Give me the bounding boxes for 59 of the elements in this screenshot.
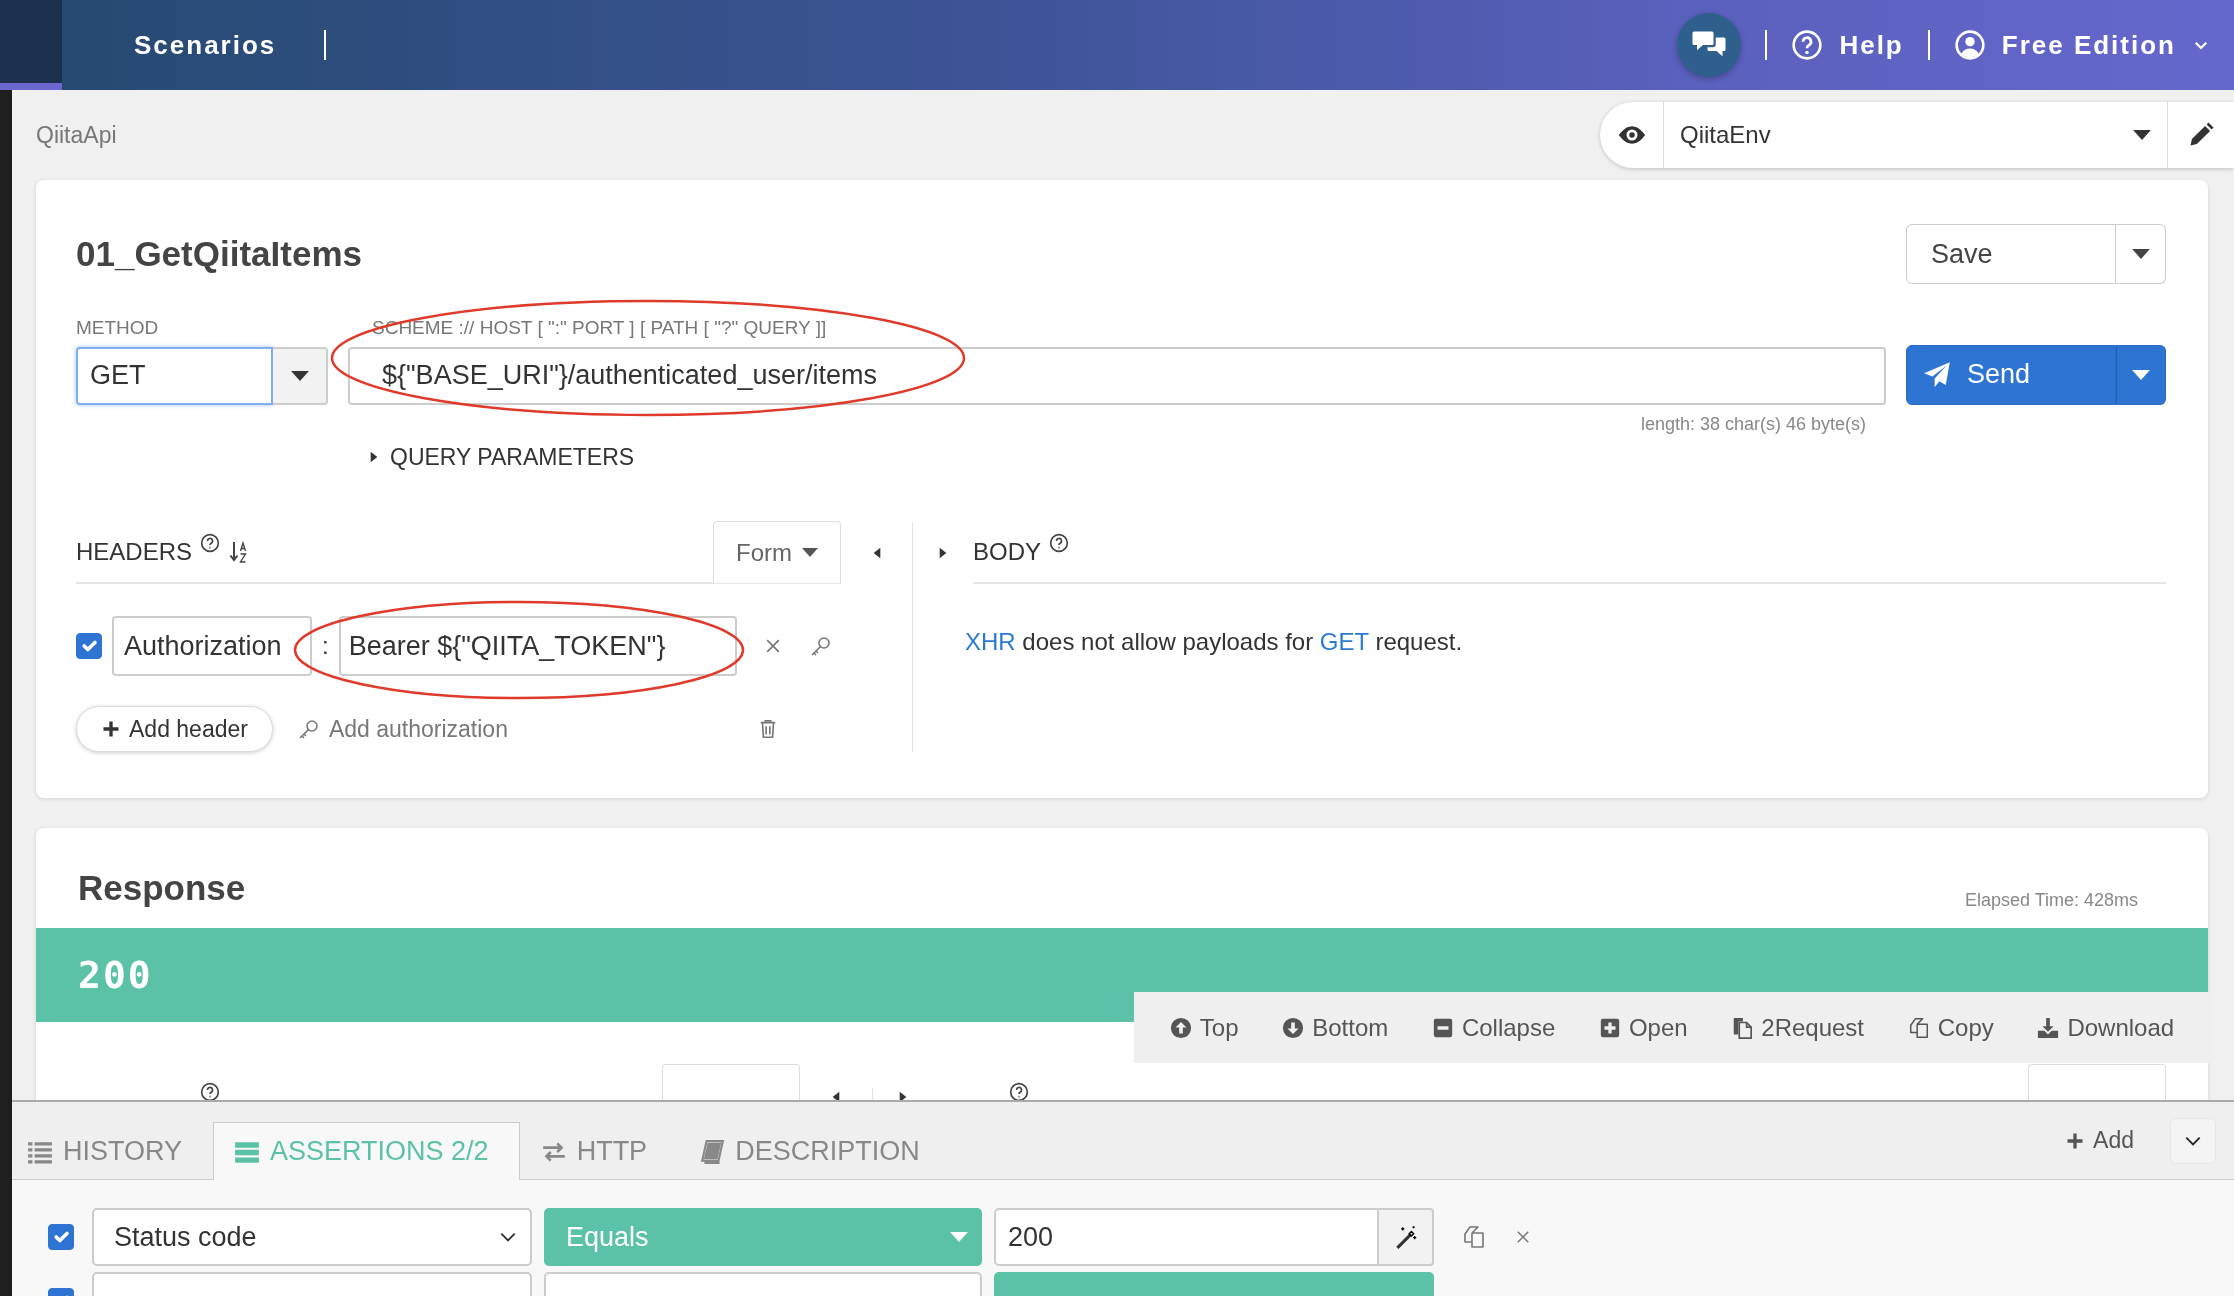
breadcrumb: QiitaApi (36, 120, 117, 150)
header-value-field[interactable]: Bearer ${"QIITA_TOKEN"} (338, 616, 737, 676)
separator-text: : (322, 631, 329, 661)
query-parameters-toggle[interactable]: QUERY PARAMETERS (366, 439, 635, 474)
url-field[interactable]: ${"BASE_URI"}/authenticated_user/items (348, 346, 1886, 405)
remove-button[interactable] (1514, 1228, 1532, 1246)
body-label: BODY (973, 537, 1041, 567)
add-assertion-button[interactable]: Add (2065, 1123, 2134, 1158)
link[interactable]: XHR (965, 628, 1016, 655)
length-text: length: 38 char(s) 46 byte(s) (1640, 412, 1866, 436)
caret-icon (2132, 369, 2150, 380)
target-select[interactable]: Status code (92, 1208, 532, 1266)
assertion-checkbox[interactable] (48, 1224, 74, 1250)
edition-menu[interactable]: Free Edition (1953, 25, 2210, 65)
copy-icon (1907, 1016, 1930, 1039)
format-dropdown[interactable]: Form (713, 521, 841, 583)
headers-label: HEADERS (76, 537, 193, 567)
help-link[interactable]: Help (1791, 25, 1904, 65)
plus-icon (101, 719, 121, 739)
method-dropdown-button[interactable] (273, 346, 328, 405)
link[interactable]: GET (1319, 628, 1369, 655)
magic-wand-button[interactable] (1379, 1208, 1434, 1266)
save-button[interactable]: Save (1906, 224, 2116, 284)
caret-icon (2133, 130, 2151, 140)
logo-tile[interactable] (0, 0, 62, 90)
add-authorization-button[interactable]: Add authorization (296, 711, 508, 747)
elapsed-time: Elapsed Time: 428ms (1964, 889, 2138, 912)
copy-icon (1462, 1225, 1486, 1249)
help-icon (200, 533, 221, 553)
copy-button[interactable] (1462, 1225, 1486, 1249)
user-icon (1953, 29, 1986, 61)
chat-button[interactable] (1677, 13, 1742, 77)
help-icon (1791, 29, 1824, 61)
add-header-button[interactable]: Add header (76, 706, 273, 752)
help-icon (200, 1082, 220, 1100)
assertion-value-field[interactable]: 200 (994, 1208, 1379, 1266)
method-field[interactable]: GET (76, 346, 273, 405)
caret-icon (950, 1232, 968, 1242)
caret-icon (2131, 249, 2150, 259)
book-icon (699, 1138, 726, 1165)
body-message: XHR does not allow payloads for GET request. (965, 627, 1464, 657)
caret-icon (802, 548, 818, 557)
header-name-field[interactable]: Authorization (112, 616, 312, 676)
documents-icon (1731, 1016, 1754, 1039)
help-icon (1049, 533, 1069, 553)
request-title: 01_GetQiitaItems (76, 232, 362, 275)
caret-icon (290, 370, 309, 381)
url-format-label: SCHEME :// HOST [ ":" PORT ] [ PATH [ "?" QUERY ]] (371, 316, 828, 340)
send-button[interactable]: Send (1906, 344, 2116, 405)
close-icon (1514, 1228, 1532, 1246)
scenarios-link[interactable]: Scenarios (110, 25, 277, 65)
paper-plane-icon (1923, 360, 1951, 389)
download-icon (2037, 1016, 2060, 1039)
header-checkbox[interactable] (76, 633, 102, 659)
method-label: METHOD (76, 316, 160, 340)
send-menu-button[interactable] (2116, 344, 2166, 405)
help-icon (1009, 1082, 1029, 1100)
response-title: Response (78, 866, 246, 909)
save-menu-button[interactable] (2116, 224, 2166, 284)
